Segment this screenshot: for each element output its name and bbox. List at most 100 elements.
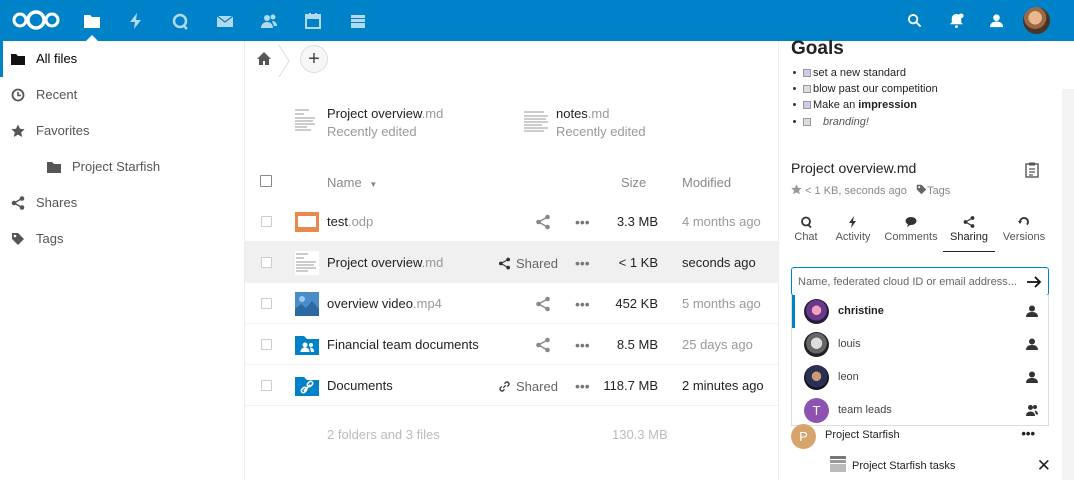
file-row[interactable]: Documents Shared ••• 118.7 MB 2 minutes … — [245, 365, 778, 406]
nav-item-favorites[interactable]: Favorites — [0, 113, 244, 149]
comment-icon — [905, 217, 917, 227]
row-checkbox[interactable] — [261, 216, 272, 227]
file-name[interactable]: test.odp — [327, 214, 373, 229]
search-icon[interactable] — [894, 0, 934, 41]
nav-item-tags[interactable]: Tags — [0, 221, 244, 257]
nav-label: Favorites — [36, 123, 90, 138]
file-actions-button[interactable]: ••• — [575, 214, 590, 230]
tab-chat[interactable]: Chat — [791, 216, 821, 252]
column-header-modified[interactable]: Modified — [682, 175, 731, 190]
nav-label: Shares — [36, 195, 78, 210]
suggestion-item[interactable]: T team leads — [792, 394, 1048, 427]
share-icon — [963, 216, 975, 228]
checkbox-icon — [803, 85, 811, 93]
suggestion-item[interactable]: leon — [792, 361, 1048, 394]
goal-item: Make an impression — [793, 99, 917, 111]
file-size: 8.5 MB — [616, 337, 658, 352]
nav-item-all-files[interactable]: All files — [0, 41, 244, 77]
talk-app-icon[interactable] — [158, 0, 202, 41]
row-checkbox[interactable] — [261, 298, 272, 309]
arrow-right-icon[interactable] — [1026, 274, 1042, 290]
row-checkbox[interactable] — [261, 339, 272, 350]
share-icon[interactable] — [535, 337, 551, 353]
row-checkbox[interactable] — [261, 380, 272, 391]
recent-file-name: notes.md — [556, 106, 610, 121]
checkbox-icon — [803, 69, 811, 77]
goal-item: branding! — [793, 116, 869, 128]
user-icon — [1026, 338, 1038, 350]
shared-indicator[interactable]: Shared — [498, 379, 558, 394]
file-actions-button[interactable]: ••• — [575, 255, 590, 271]
share-suggestions-dropdown: christine louis leon T team leads — [791, 295, 1049, 426]
shared-indicator[interactable]: Shared — [498, 256, 558, 271]
tags-link: Tags — [927, 185, 951, 197]
files-app-icon[interactable] — [70, 0, 114, 41]
link-icon — [499, 381, 510, 392]
user-avatar[interactable] — [1023, 7, 1050, 34]
avatar — [804, 365, 829, 390]
folder-icon — [11, 54, 25, 65]
file-modified: 5 months ago — [682, 296, 761, 311]
nav-item-recent[interactable]: Recent — [0, 77, 244, 113]
file-row[interactable]: test.odp ••• 3.3 MB 4 months ago — [245, 201, 778, 242]
user-icon — [1026, 305, 1038, 317]
clipboard-icon[interactable] — [1025, 162, 1039, 178]
tab-sharing[interactable]: Sharing — [943, 216, 995, 252]
share-search-field[interactable] — [791, 267, 1049, 296]
suggestion-item[interactable]: louis — [792, 328, 1048, 361]
sidebar-scrollbar[interactable] — [1062, 89, 1074, 480]
tab-versions[interactable]: Versions — [1001, 216, 1047, 252]
select-all-checkbox[interactable] — [260, 175, 272, 187]
star-icon[interactable] — [791, 184, 802, 195]
close-icon[interactable]: ✕ — [1037, 456, 1051, 476]
file-size: 452 KB — [615, 296, 658, 311]
calendar-app-icon[interactable] — [291, 0, 335, 41]
share-icon — [11, 196, 25, 210]
new-file-button[interactable]: + — [300, 45, 328, 73]
share-icon[interactable] — [535, 296, 551, 312]
nextcloud-logo-icon[interactable] — [11, 10, 61, 30]
suggestion-item[interactable]: christine — [792, 295, 1048, 328]
file-name[interactable]: Project overview.md — [327, 255, 443, 270]
file-row[interactable]: Project overview.md Shared ••• < 1 KB se… — [245, 242, 778, 283]
file-actions-button[interactable]: ••• — [575, 337, 590, 353]
user-icon — [1026, 371, 1038, 383]
share-entry-menu-button[interactable]: ••• — [1021, 426, 1035, 441]
nav-label: Recent — [36, 87, 78, 102]
contacts-app-icon[interactable] — [247, 0, 291, 41]
activity-icon — [849, 216, 856, 228]
activity-app-icon[interactable] — [114, 0, 158, 41]
group-folder-icon — [295, 336, 319, 355]
share-search-input[interactable] — [798, 273, 1023, 291]
row-checkbox[interactable] — [261, 257, 272, 268]
column-header-name[interactable]: Name ▼ — [327, 175, 377, 190]
file-summary-size: 130.3 MB — [612, 427, 668, 442]
tag-icon[interactable] — [916, 184, 927, 195]
file-size: 118.7 MB — [603, 378, 658, 393]
app-navigation: All files Recent Favorites Project Starf… — [0, 41, 245, 480]
file-actions-button[interactable]: ••• — [575, 378, 590, 394]
mail-app-icon[interactable] — [203, 0, 247, 41]
file-name[interactable]: Financial team documents — [327, 337, 479, 352]
suggestion-name: leon — [838, 371, 859, 383]
contacts-menu-icon[interactable] — [976, 0, 1016, 41]
share-entry[interactable]: P Project Starfish ••• — [791, 424, 1049, 452]
tab-activity[interactable]: Activity — [831, 216, 875, 252]
nav-item-project-starfish[interactable]: Project Starfish — [0, 149, 244, 185]
deck-app-icon[interactable] — [336, 0, 380, 41]
column-header-size[interactable]: Size — [621, 175, 646, 190]
file-row[interactable]: Financial team documents ••• 8.5 MB 25 d… — [245, 324, 778, 365]
nav-item-shares[interactable]: Shares — [0, 185, 244, 221]
notifications-icon[interactable] — [936, 0, 976, 41]
avatar — [804, 332, 829, 357]
file-name[interactable]: Documents — [327, 378, 393, 393]
file-modified: seconds ago — [682, 255, 756, 270]
file-name[interactable]: overview video.mp4 — [327, 296, 442, 311]
file-actions-button[interactable]: ••• — [575, 296, 590, 312]
home-icon[interactable] — [256, 51, 272, 67]
breadcrumb-separator-icon — [278, 45, 290, 77]
deck-board-entry[interactable]: Project Starfish tasks ✕ — [829, 455, 1051, 479]
tab-comments[interactable]: Comments — [883, 216, 939, 252]
file-row[interactable]: overview video.mp4 ••• 452 KB 5 months a… — [245, 283, 778, 324]
share-icon[interactable] — [535, 214, 551, 230]
